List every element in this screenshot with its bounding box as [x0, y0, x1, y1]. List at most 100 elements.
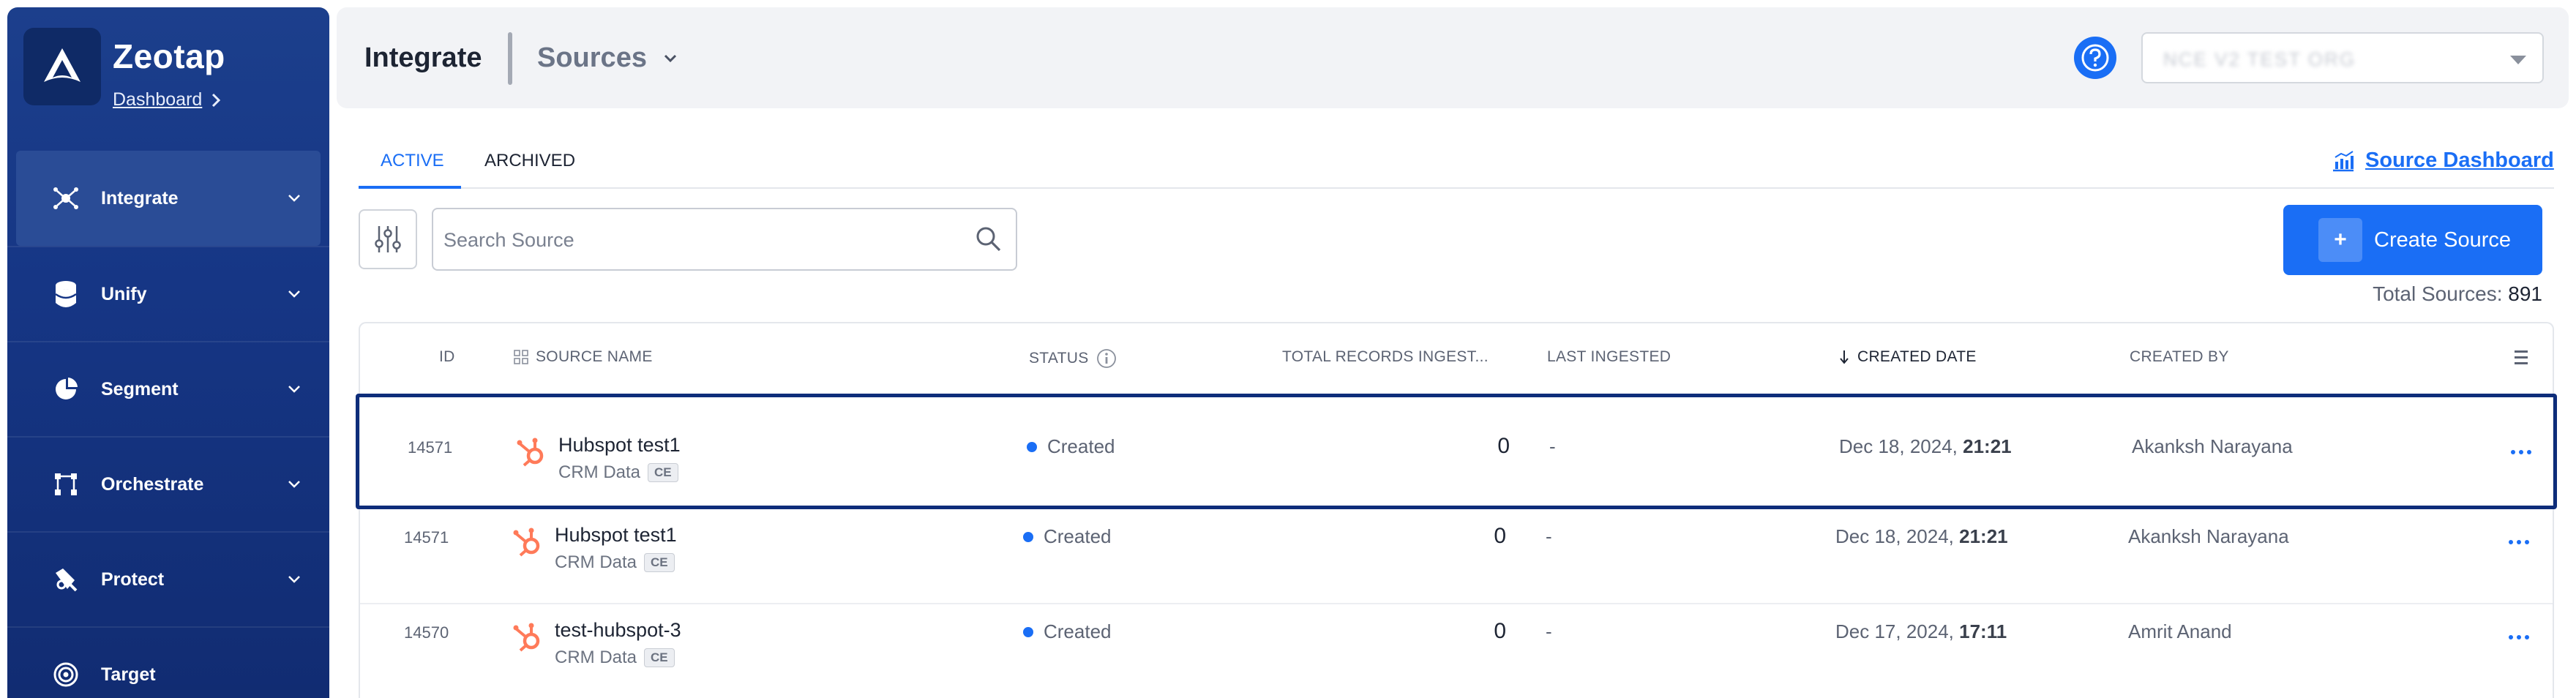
table-row[interactable]: 14571 Hubspot test1 CRM Data CE Created …	[356, 394, 2557, 509]
chevron-down-icon	[288, 386, 300, 393]
integrate-icon	[51, 184, 80, 213]
column-last-ingested[interactable]: LAST INGESTED	[1547, 348, 1671, 366]
sidebar-item-label: Target	[101, 664, 156, 685]
records-count: 0	[1497, 434, 1510, 458]
database-icon	[51, 279, 80, 309]
row-more-icon[interactable]	[2509, 635, 2529, 639]
sidebar-item-unify[interactable]: Unify	[7, 246, 329, 341]
active-tab-indicator	[359, 186, 461, 189]
source-category-label: CRM Data	[555, 552, 637, 572]
table-row[interactable]: 14571 Hubspot test1 CRM Data CE Created …	[360, 509, 2553, 604]
pie-chart-icon	[51, 375, 80, 404]
sidebar-item-protect[interactable]: Protect	[7, 531, 329, 626]
column-source-name[interactable]: SOURCE NAME	[514, 348, 653, 366]
arrow-down-icon	[1840, 350, 1849, 364]
hubspot-icon	[513, 528, 540, 557]
help-button[interactable]	[2074, 37, 2116, 79]
column-status[interactable]: STATUS	[1029, 348, 1117, 369]
created-date: Dec 18, 2024, 21:21	[1839, 435, 2012, 458]
info-icon[interactable]	[1096, 348, 1117, 369]
source-name-link[interactable]: Hubspot test1	[558, 434, 681, 457]
sidebar-item-target[interactable]: Target	[7, 626, 329, 698]
status-cell: Created	[1023, 620, 1112, 643]
search-icon[interactable]	[975, 225, 1003, 253]
sidebar-nav: Integrate Unify Segment Orchestrate Prot…	[7, 151, 329, 698]
source-category-label: CRM Data	[558, 462, 641, 482]
grid-icon	[514, 350, 528, 364]
org-select[interactable]: NCE V2 TEST ORG	[2141, 32, 2544, 83]
source-category: CRM Data CE	[555, 552, 677, 573]
tab-bar: ACTIVE ARCHIVED	[359, 135, 2554, 189]
status-cell: Created	[1027, 435, 1115, 458]
sidebar-item-label: Orchestrate	[101, 473, 204, 495]
search-box	[432, 208, 1017, 271]
dashboard-link[interactable]: Dashboard	[113, 89, 221, 110]
column-created-by[interactable]: CREATED BY	[2130, 348, 2229, 366]
source-category: CRM Data CE	[558, 462, 681, 483]
column-id[interactable]: ID	[439, 348, 455, 366]
chevron-down-icon	[288, 290, 300, 298]
brand-name: Zeotap	[113, 37, 225, 75]
created-date-time: 17:11	[1959, 620, 2007, 642]
status-dot-icon	[1023, 626, 1033, 637]
top-bar: Integrate Sources NCE V2 TEST ORG	[337, 7, 2569, 108]
created-date: Dec 17, 2024, 17:11	[1835, 620, 2007, 643]
sidebar-item-orchestrate[interactable]: Orchestrate	[7, 436, 329, 531]
column-menu-icon[interactable]	[2513, 348, 2529, 367]
sidebar-item-segment[interactable]: Segment	[7, 341, 329, 436]
title-divider	[508, 32, 512, 85]
question-icon	[2081, 44, 2109, 72]
zeotap-logo-icon[interactable]	[23, 28, 101, 105]
create-source-button[interactable]: + Create Source	[2283, 205, 2542, 275]
sources-table: ID SOURCE NAME STATUS TOTAL RECORDS INGE…	[356, 322, 2557, 698]
row-more-icon[interactable]	[2511, 450, 2531, 454]
caret-down-icon	[2510, 56, 2526, 64]
dashboard-link-label[interactable]: Dashboard	[113, 89, 202, 110]
status-dot-icon	[1023, 531, 1033, 542]
source-name: test-hubspot-3 CRM Data CE	[555, 619, 681, 668]
chevron-down-icon	[288, 576, 300, 583]
source-dashboard-link[interactable]: Source Dashboard	[2332, 149, 2554, 173]
column-created-date[interactable]: CREATED DATE	[1838, 348, 1977, 366]
status-cell: Created	[1023, 525, 1112, 548]
last-ingested: -	[1549, 435, 1556, 457]
sidebar-item-label: Unify	[101, 283, 147, 304]
created-by: Akanksh Narayana	[2132, 435, 2293, 457]
ce-tag: CE	[644, 553, 675, 572]
filter-button[interactable]	[359, 209, 417, 269]
sidebar-item-label: Segment	[101, 378, 179, 399]
source-name-link[interactable]: test-hubspot-3	[555, 619, 681, 642]
tab-archived[interactable]: ARCHIVED	[484, 151, 575, 171]
row-id: 14571	[408, 438, 453, 457]
section-label[interactable]: Sources	[537, 42, 647, 74]
column-total-records[interactable]: TOTAL RECORDS INGEST...	[1282, 348, 1489, 366]
last-ingested: -	[1546, 620, 1552, 642]
ce-tag: CE	[648, 463, 678, 482]
table-row[interactable]: 14570 test-hubspot-3 CRM Data CE Created…	[360, 604, 2553, 698]
section-dropdown[interactable]: Sources	[537, 42, 678, 74]
column-status-label: STATUS	[1029, 350, 1089, 367]
created-by: Akanksh Narayana	[2128, 525, 2289, 547]
sidebar-item-integrate[interactable]: Integrate	[16, 151, 321, 246]
row-more-icon[interactable]	[2509, 540, 2529, 544]
source-name-link[interactable]: Hubspot test1	[555, 524, 677, 547]
total-sources: Total Sources: 891	[2373, 282, 2542, 306]
search-input[interactable]	[443, 219, 956, 260]
source-category-label: CRM Data	[555, 648, 637, 667]
source-dashboard-label[interactable]: Source Dashboard	[2365, 149, 2554, 173]
plus-icon: +	[2318, 218, 2362, 262]
sliders-icon	[375, 226, 401, 252]
total-sources-label: Total Sources:	[2373, 282, 2503, 305]
status-dot-icon	[1027, 441, 1037, 452]
row-id: 14570	[404, 623, 449, 642]
created-date: Dec 18, 2024, 21:21	[1835, 525, 2008, 548]
sidebar-item-label: Integrate	[101, 187, 179, 209]
tab-active[interactable]: ACTIVE	[381, 151, 444, 171]
source-name: Hubspot test1 CRM Data CE	[558, 434, 681, 483]
column-created-date-label: CREATED DATE	[1857, 348, 1977, 365]
created-date-day: Dec 18, 2024,	[1839, 435, 1958, 457]
created-date-day: Dec 17, 2024,	[1835, 620, 1954, 642]
status-label: Created	[1047, 435, 1115, 457]
last-ingested: -	[1546, 525, 1552, 547]
hubspot-icon	[517, 438, 544, 467]
